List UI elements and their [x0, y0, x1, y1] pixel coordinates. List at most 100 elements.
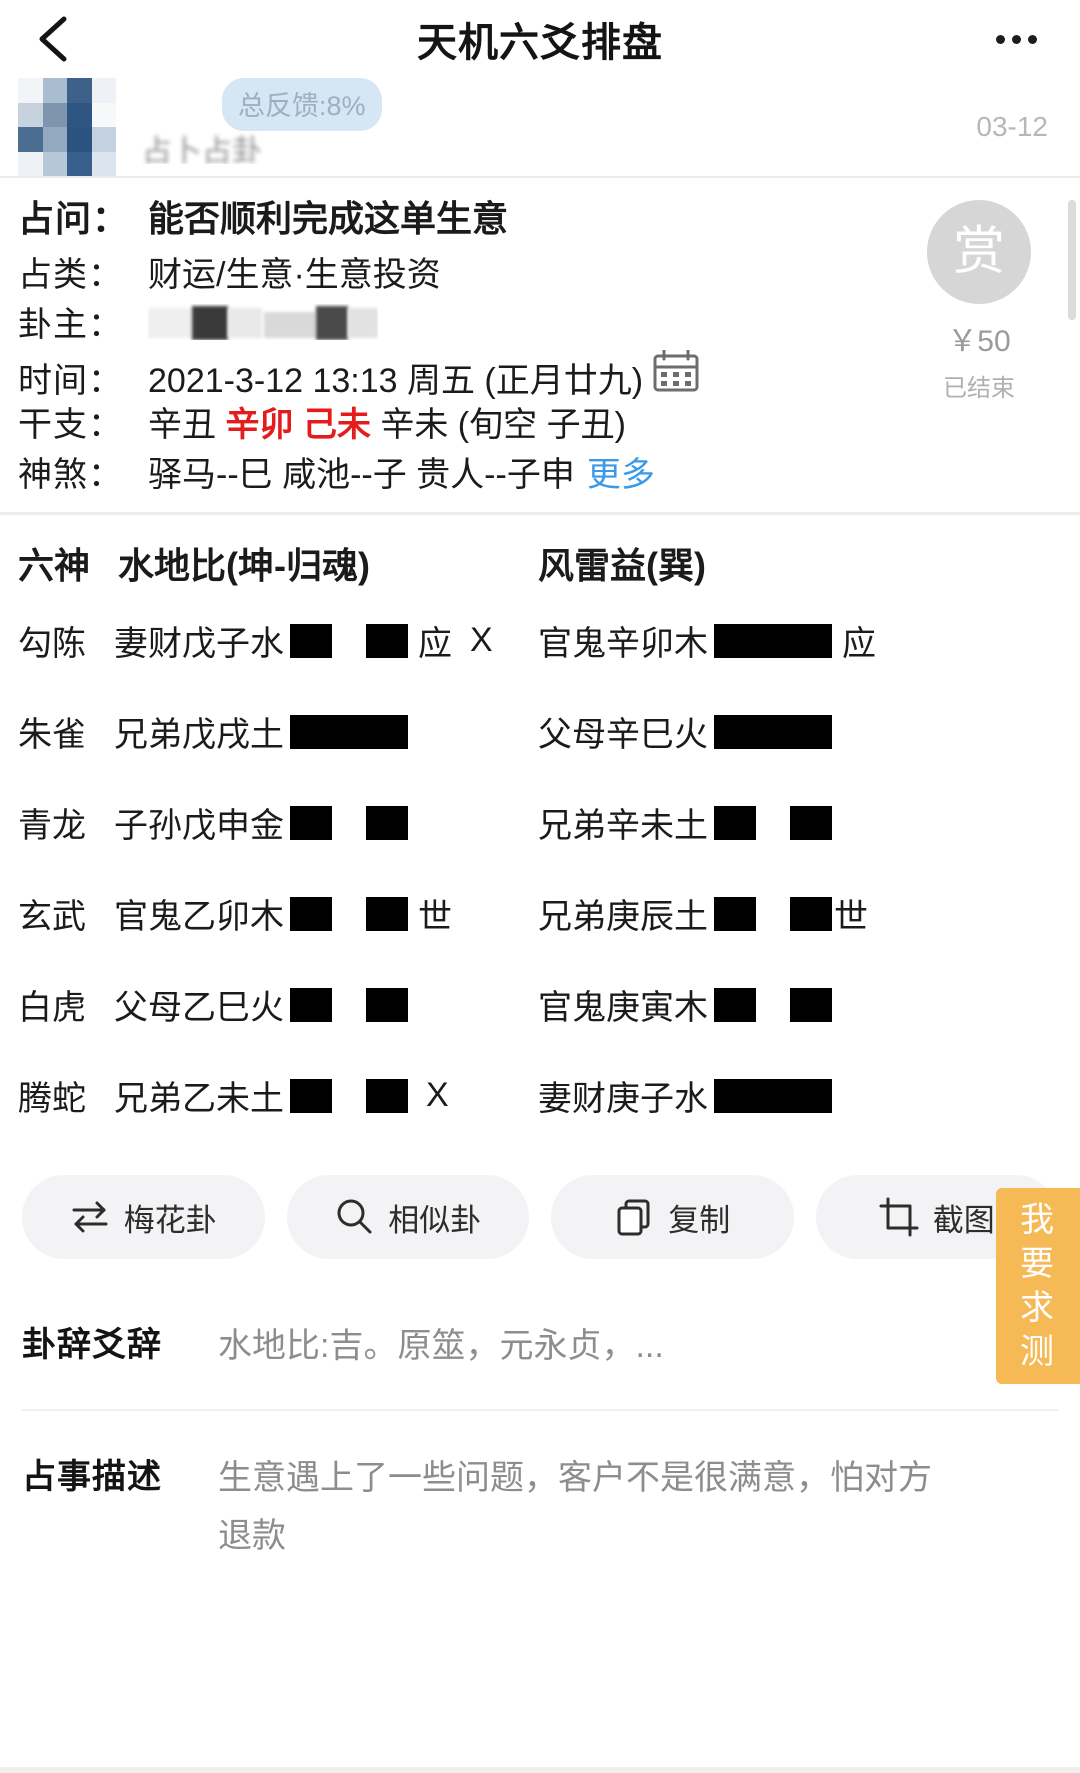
username-masked: 占卜占卦 — [142, 135, 262, 164]
yao-line-solid — [714, 714, 832, 749]
yao-name: 子孙戊申金 — [114, 807, 284, 845]
calendar-icon[interactable] — [653, 349, 699, 406]
yao-line-broken — [290, 805, 408, 840]
similar-hexagram-label: 相似卦 — [388, 1202, 482, 1238]
divination-info: 占问： 能否顺利完成这单生意 占类： 财运/生意·生意投资 卦主： 时间： 20… — [0, 176, 1080, 512]
copy-label: 复制 — [668, 1202, 731, 1238]
back-button[interactable] — [34, 13, 86, 65]
request-divination-fab[interactable]: 我 要 求 测 — [996, 1188, 1080, 1384]
value-shensha: 驿马--巳 咸池--子 贵人--子申 — [148, 456, 575, 494]
chevron-left-icon — [34, 13, 74, 65]
yao-line-broken — [290, 623, 408, 658]
six-god-label: 白虎 — [18, 989, 86, 1027]
hexagram-line-left: 勾陈 妻财戊子水 应 X — [18, 616, 538, 665]
meihua-hexagram-button[interactable]: 梅花卦 — [22, 1175, 265, 1259]
reward-circle: 赏 — [927, 200, 1031, 304]
yao-position-mark: 世 — [834, 898, 868, 936]
yao-name: 官鬼庚寅木 — [538, 989, 708, 1027]
hexagram-line-left: 青龙 子孙戊申金 — [18, 798, 538, 847]
six-god-label: 勾陈 — [18, 625, 86, 663]
label-owner: 卦主： — [18, 306, 123, 344]
avatar[interactable] — [18, 78, 116, 176]
info-row-ganzhi: 干支： 辛丑 辛卯 己未 辛未 (旬空 子丑) — [0, 400, 1080, 450]
hexagram-table: 六神 水地比(坤-归魂) 风雷益(巽) 勾陈 妻财戊子水 应 X 官鬼辛卯木 应 — [0, 512, 1080, 1141]
hexagram-line-right: 妻财庚子水 — [538, 1071, 842, 1120]
hexagram-line-row: 白虎 父母乙巳火 官鬼庚寅木 — [0, 959, 1080, 1050]
yao-position-mark: 应 — [418, 625, 452, 663]
user-row: 总反馈:8% 占卜占卦 03-12 — [0, 78, 1080, 320]
label-shensha: 神煞： — [18, 456, 123, 494]
six-god-label: 青龙 — [18, 807, 86, 845]
value-ganzhi: 辛丑 辛卯 己未 辛未 (旬空 子丑) — [148, 400, 626, 450]
detail-row-description[interactable]: 占事描述 生意遇上了一些问题，客户不是很满意，怕对方退款 — [22, 1409, 1058, 1599]
screenshot-label: 截图 — [932, 1202, 995, 1238]
ganzhi-hour: 辛未 (旬空 子丑) — [380, 406, 626, 444]
yao-line-broken — [290, 987, 408, 1022]
hexagram-line-row: 勾陈 妻财戊子水 应 X 官鬼辛卯木 应 — [0, 595, 1080, 686]
yao-line-broken — [714, 987, 832, 1022]
yao-line-broken — [714, 805, 832, 840]
owner-name-mosaic — [148, 304, 378, 340]
fab-char-1: 我 — [1020, 1201, 1056, 1239]
yao-line-broken — [290, 1078, 408, 1113]
value-owner-masked — [148, 300, 378, 350]
hexagram-header: 六神 水地比(坤-归魂) 风雷益(巽) — [0, 531, 1080, 595]
description-label: 占事描述 — [22, 1458, 162, 1496]
hexagram-line-row: 朱雀 兄弟戊戌土 父母辛巳火 — [0, 686, 1080, 777]
yao-change-mark: X — [426, 1076, 449, 1114]
fab-char-2: 要 — [1020, 1245, 1056, 1283]
yao-name: 父母乙巳火 — [114, 989, 284, 1027]
user-meta: 总反馈:8% 占卜占卦 — [134, 78, 976, 176]
ganzhi-month: 辛卯 — [225, 406, 294, 444]
meihua-hexagram-label: 梅花卦 — [123, 1202, 217, 1238]
yao-line-broken — [714, 896, 832, 931]
detail-section: 卦辞爻辞 水地比:吉。原筮，元永贞，... 占事描述 生意遇上了一些问题，客户不… — [0, 1279, 1080, 1599]
label-time: 时间： — [18, 362, 123, 400]
label-category: 占类： — [18, 256, 123, 294]
yao-change-mark: X — [470, 621, 493, 659]
copy-button[interactable]: 复制 — [551, 1175, 794, 1259]
value-time: 2021-3-12 13:13 周五 (正月廿九) — [148, 362, 644, 400]
label-question: 占问： — [18, 198, 130, 239]
ellipsis-icon — [995, 34, 1037, 44]
bottom-divider — [0, 1767, 1080, 1773]
hexagram-line-right: 兄弟辛未土 — [538, 798, 842, 847]
info-row-shensha: 神煞： 驿马--巳 咸池--子 贵人--子申 更多 — [0, 450, 1080, 500]
yao-name: 官鬼乙卯木 — [114, 898, 284, 936]
yao-name: 兄弟庚辰土 — [538, 898, 708, 936]
hexagram-line-row: 腾蛇 兄弟乙未土 X 妻财庚子水 — [0, 1050, 1080, 1141]
value-category: 财运/生意·生意投资 — [148, 256, 441, 294]
similar-hexagram-button[interactable]: 相似卦 — [286, 1175, 529, 1259]
hexagram-line-left: 朱雀 兄弟戊戌土 — [18, 707, 538, 756]
navbar: 天机六爻排盘 — [0, 0, 1080, 78]
yao-name: 兄弟乙未土 — [114, 1080, 284, 1118]
reward-badge[interactable]: 赏 ￥50 已结束 — [914, 200, 1044, 403]
avatar-mosaic — [18, 78, 116, 176]
yao-line-solid — [290, 714, 408, 749]
original-hexagram-title: 水地比(坤-归魂) — [118, 545, 370, 586]
value-question: 能否顺利完成这单生意 — [148, 198, 509, 239]
yao-name: 妻财庚子水 — [538, 1080, 708, 1118]
hexagram-line-left: 腾蛇 兄弟乙未土 X — [18, 1071, 538, 1120]
six-god-label: 腾蛇 — [18, 1080, 86, 1118]
hexagram-header-left: 六神 水地比(坤-归魂) — [18, 537, 538, 589]
six-gods-header: 六神 — [18, 545, 91, 586]
yao-name: 妻财戊子水 — [114, 625, 284, 663]
app-root: 天机六爻排盘 总反馈:8% 占卜占卦 03-12 占问： 能否顺利完成这单生意 … — [0, 0, 1080, 1773]
yao-name: 兄弟辛未土 — [538, 807, 708, 845]
more-button[interactable] — [986, 13, 1046, 65]
label-ganzhi: 干支： — [18, 406, 123, 444]
page-title: 天机六爻排盘 — [417, 21, 663, 65]
detail-row-guaci[interactable]: 卦辞爻辞 水地比:吉。原筮，元永贞，... — [22, 1279, 1058, 1409]
guaci-label: 卦辞爻辞 — [22, 1326, 162, 1364]
hexagram-line-right: 官鬼辛卯木 应 — [538, 616, 876, 665]
guaci-value: 水地比:吉。原筮，元永贞，... — [218, 1327, 664, 1365]
yao-line-broken — [290, 896, 408, 931]
shensha-more-link[interactable]: 更多 — [587, 450, 655, 500]
copy-icon — [614, 1197, 654, 1237]
yao-position-mark: 应 — [842, 625, 876, 663]
changed-hexagram-title: 风雷益(巽) — [538, 545, 706, 586]
crop-icon — [879, 1197, 919, 1237]
ganzhi-year: 辛丑 — [148, 406, 216, 444]
search-icon — [334, 1197, 374, 1237]
